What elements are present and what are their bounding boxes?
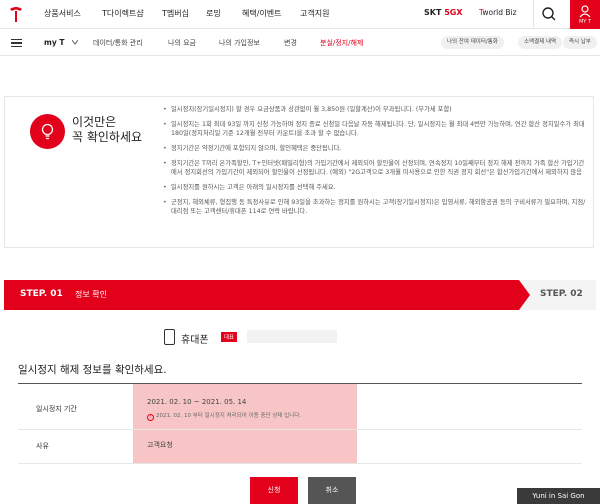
menu-item-membership[interactable]: T멤버십: [162, 8, 189, 19]
menu-item-events[interactable]: 혜택/이벤트: [242, 8, 282, 19]
quick-link-micropayment[interactable]: 소액결제 내역: [518, 36, 563, 49]
user-icon: [579, 5, 591, 18]
menu-item-products[interactable]: 상품서비스: [44, 8, 81, 19]
watermark: Yuni in Sai Gon: [517, 488, 600, 504]
menu-item-support[interactable]: 고객지원: [300, 8, 329, 19]
reason-value: 고객요청: [147, 441, 173, 449]
device-number-masked: [247, 330, 337, 343]
notice-item: 정지기간은 약정기간에 포함되지 않으며, 할인혜택은 중단됩니다.: [163, 144, 590, 153]
subnav-item-fee[interactable]: 나의 요금: [168, 38, 196, 48]
search-icon: [542, 7, 556, 21]
reason-header-cell: 사유: [18, 430, 132, 463]
5gx-brand-link[interactable]: SKT 5GX: [424, 8, 463, 17]
apply-button[interactable]: 신청: [250, 477, 298, 504]
cancel-button[interactable]: 취소: [308, 477, 356, 504]
reason-label: 사유: [36, 442, 49, 450]
period-row: 일시정지 기간: [18, 384, 582, 430]
period-note: ! 2021. 02. 10 부터 일시정지 처리되어 이용 중단 상태 입니다.: [147, 411, 301, 421]
notice-box: 이것만은 꼭 확인하세요 일시정지(장기일시정지) 할 경우 요금상품과 상관없…: [4, 96, 594, 248]
subnav-item-subscription[interactable]: 나의 가입정보: [219, 38, 260, 48]
period-label: 일시정지 기간: [36, 405, 77, 413]
menu-item-tdirect[interactable]: T다이렉트샵: [102, 8, 144, 19]
notice-item: 일시정지(장기일시정지) 할 경우 요금상품과 상관없이 월 3,850원 (일…: [163, 105, 590, 114]
mypage-label: MY T: [578, 19, 591, 25]
notice-item: 일시정지는 1회 최대 93일 까지 신청 가능하며 정지 종료 신청일 다음날…: [163, 120, 590, 138]
notice-item: 정지기간은 T끼리 온가족할인, T+인터넷(패밀리형)의 가입기간에서 제외되…: [163, 159, 590, 177]
step-1-active: STEP. 01 정보 확인: [4, 280, 519, 310]
t-logo-icon[interactable]: [9, 5, 23, 23]
notice-title: 이것만은 꼭 확인하세요: [72, 115, 143, 144]
subnav-item-change[interactable]: 변경: [284, 38, 297, 48]
quick-link-pay-now[interactable]: 즉시 납부: [563, 36, 597, 49]
period-value: 2021. 02. 10 ~ 2021. 05. 14: [147, 398, 247, 406]
subnav-item-data[interactable]: 데이터/통화 관리: [93, 38, 143, 48]
info-icon: !: [147, 414, 154, 421]
quick-link-remaining-data[interactable]: 나의 잔여 데이터/통화: [441, 36, 504, 49]
menu-item-roaming[interactable]: 로밍: [206, 8, 221, 19]
phone-icon: [164, 329, 175, 345]
notice-list: 일시정지(장기일시정지) 할 경우 요금상품과 상관없이 월 3,850원 (일…: [163, 105, 590, 222]
video-banner-fragment: [0, 56, 600, 74]
section-title: 일시정지 해제 정보를 확인하세요.: [18, 364, 167, 376]
mypage-button[interactable]: MY T: [570, 0, 600, 29]
step-2-number: STEP. 02: [540, 289, 583, 299]
representative-badge: 대표: [221, 332, 238, 342]
step-progress-bar: STEP. 01 정보 확인 STEP. 02: [4, 280, 596, 310]
sub-navigation: my T 데이터/통화 관리 나의 요금 나의 가입정보 변경 분실/정지/해제…: [0, 29, 600, 56]
subnav-myt[interactable]: my T: [44, 38, 64, 47]
step-arrow-shape: [519, 280, 530, 310]
period-header-cell: 일시정지 기간: [18, 384, 132, 429]
notice-item: 군정지, 해외체류, 형집행 등 특정사유로 인해 93일을 초과하는 정지를 …: [163, 198, 590, 216]
reason-row: 사유: [18, 430, 582, 464]
lightbulb-icon: [30, 114, 65, 149]
hamburger-menu-icon[interactable]: [11, 39, 22, 47]
subnav-item-suspend[interactable]: 분실/정지/해제: [320, 38, 363, 48]
search-button[interactable]: [533, 0, 563, 29]
worldbiz-brand-link[interactable]: Tworld Biz: [479, 8, 517, 17]
notice-item: 일시정지를 원하시는 고객은 아래의 일시정지를 선택해 주세요.: [163, 183, 590, 192]
top-navigation: 상품서비스 T다이렉트샵 T멤버십 로밍 혜택/이벤트 고객지원 SKT 5GX…: [0, 0, 600, 29]
step-1-number: STEP. 01: [20, 289, 63, 299]
device-name: 휴대폰: [181, 335, 209, 346]
chevron-down-icon: [72, 40, 78, 45]
step-1-label: 정보 확인: [75, 290, 107, 299]
